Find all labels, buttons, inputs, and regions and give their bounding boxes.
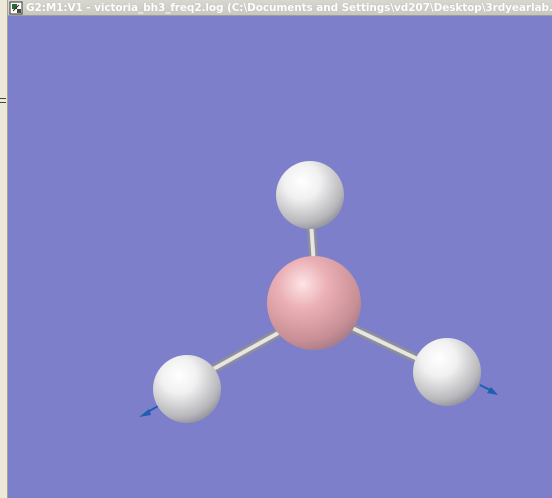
bond-b-h-right	[346, 321, 428, 368]
bond-b-h-left	[205, 328, 283, 376]
boron-atom[interactable]	[267, 256, 361, 350]
molecule-viewport[interactable]	[8, 16, 552, 498]
window-title: G2:M1:V1 - victoria_bh3_freq2.log (C:\Do…	[26, 1, 552, 14]
hydrogen-atom-right[interactable]	[413, 338, 481, 406]
gaussview-document-icon[interactable]	[9, 1, 23, 15]
molecule-scene[interactable]	[8, 16, 552, 498]
window-titlebar[interactable]: G2:M1:V1 - victoria_bh3_freq2.log (C:\Do…	[8, 0, 552, 16]
hydrogen-atom-left[interactable]	[153, 355, 221, 423]
displacement-vector-right	[479, 384, 498, 395]
displacement-vector-left	[139, 405, 159, 417]
hydrogen-atom-top[interactable]	[276, 161, 344, 229]
molecule-view-window[interactable]: G2:M1:V1 - victoria_bh3_freq2.log (C:\Do…	[8, 0, 552, 498]
background-window-marker	[0, 98, 6, 103]
background-window-edge	[0, 0, 8, 498]
screen: G2:M1:V1 - victoria_bh3_freq2.log (C:\Do…	[0, 0, 552, 498]
